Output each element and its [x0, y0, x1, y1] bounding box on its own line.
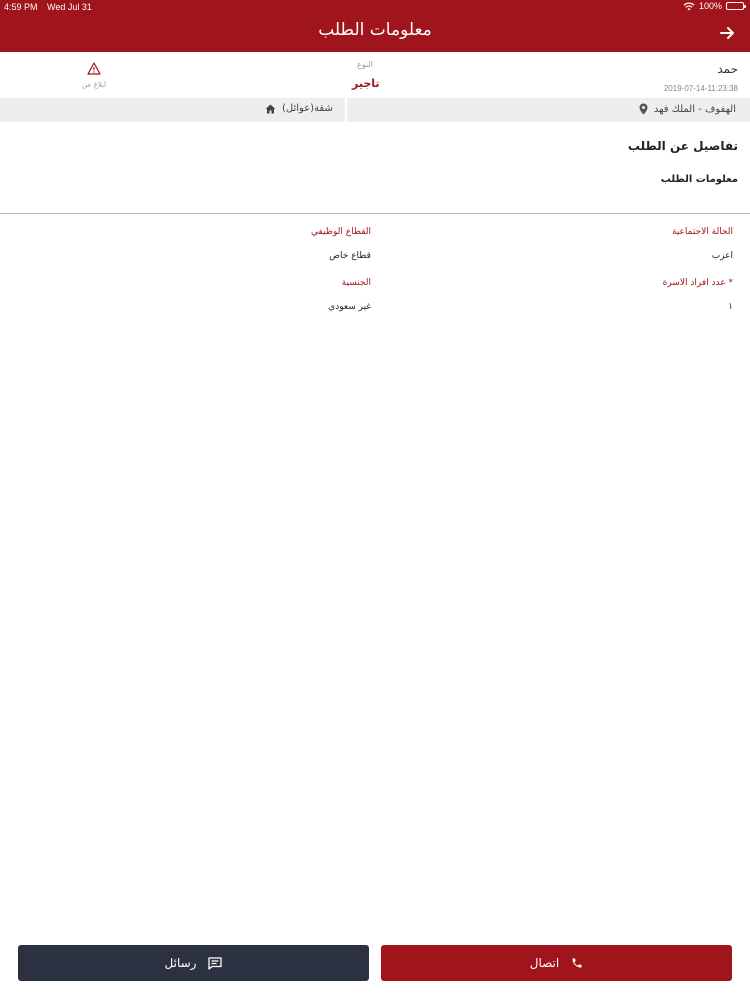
requester-name: حمد [717, 62, 738, 76]
call-button-label: اتصال [529, 956, 560, 970]
details-section-title: تفاصيل عن الطلب [627, 139, 738, 153]
field-label-family-members: عدد افراد الاسرة * [662, 278, 733, 288]
status-date: Wed Jul 31 [47, 2, 92, 12]
location-divider [345, 98, 347, 122]
section-divider [0, 213, 750, 214]
report-label: ابلاغ عن [82, 81, 106, 89]
status-indicators: 100% [683, 1, 746, 11]
battery-percent: 100% [698, 1, 722, 11]
field-label-nationality: الجنسية [341, 278, 371, 288]
location-pin-icon [639, 103, 648, 115]
top-bar: 4:59 PM Wed Jul 31 100% معلومات الطلب [0, 0, 750, 52]
property-type: شقة(عوائل) [265, 103, 333, 114]
messages-button-label: رسائل [164, 956, 197, 970]
type-label: النوع [357, 60, 373, 69]
battery-icon [726, 2, 746, 10]
property-type-text: شقة(عوائل) [282, 103, 333, 114]
page-title: معلومات الطلب [318, 20, 432, 40]
wifi-icon [683, 1, 695, 10]
type-value: تاجير [352, 77, 380, 90]
request-datetime: 2019-07-14-11:23:38 [663, 84, 738, 93]
field-value-family-members: ١ [728, 302, 733, 312]
field-label-job-sector: القطاع الوظيفي [311, 227, 371, 237]
back-arrow-icon[interactable] [718, 24, 736, 42]
message-icon [208, 956, 223, 970]
status-time: 4:59 PM [4, 2, 38, 12]
home-icon [265, 104, 276, 113]
request-info-title: معلومات الطلب [660, 174, 738, 185]
location-bar: الهفوف - الملك فهد شقة(عوائل) [0, 98, 750, 122]
field-label-marital-status: الحالة الاجتماعية [672, 227, 733, 237]
phone-icon [572, 958, 582, 968]
field-value-marital-status: اعزب [711, 251, 733, 261]
address-text: الهفوف - الملك فهد [653, 103, 736, 115]
field-value-nationality: غير سعودي [328, 302, 371, 312]
field-value-job-sector: قطاع خاص [329, 251, 371, 261]
call-button[interactable]: اتصال [381, 945, 732, 981]
warning-icon [87, 62, 101, 75]
request-header: حمد 2019-07-14-11:23:38 النوع تاجير ابلا… [0, 52, 750, 98]
messages-button[interactable]: رسائل [18, 945, 369, 981]
report-button[interactable]: ابلاغ عن [78, 60, 110, 89]
address: الهفوف - الملك فهد [639, 103, 736, 115]
